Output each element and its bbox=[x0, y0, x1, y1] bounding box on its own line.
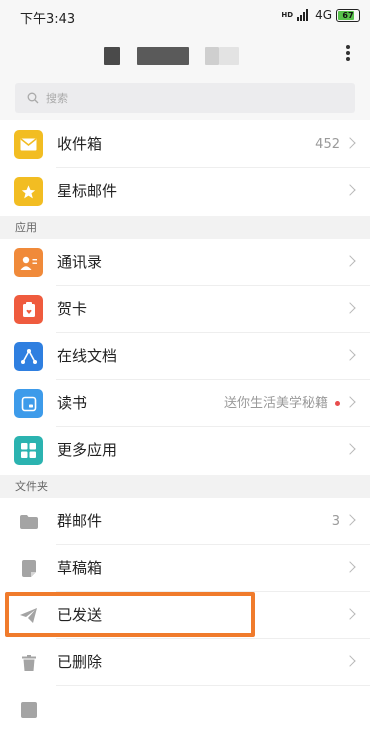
mailbox-starred[interactable]: 星标邮件 bbox=[0, 168, 370, 215]
chevron-right-icon bbox=[344, 184, 356, 196]
app-header bbox=[0, 34, 370, 78]
folder-next-partial[interactable] bbox=[0, 686, 370, 733]
chevron-right-icon bbox=[344, 255, 356, 267]
chevron-right-icon bbox=[344, 514, 356, 526]
unread-count: 452 bbox=[315, 137, 340, 152]
search-input[interactable]: 搜索 bbox=[15, 83, 355, 113]
more-options-icon[interactable] bbox=[344, 43, 352, 63]
section-title: 应用 bbox=[15, 221, 37, 234]
chevron-right-icon bbox=[344, 608, 356, 620]
battery-icon: 67 bbox=[336, 8, 360, 22]
inbox-icon bbox=[14, 130, 43, 159]
search-icon bbox=[27, 92, 39, 104]
folder-icon bbox=[14, 695, 43, 724]
folder-group-mail[interactable]: 群邮件 3 bbox=[0, 498, 370, 545]
folder-count: 3 bbox=[331, 514, 340, 529]
mailbox-inbox[interactable]: 收件箱 452 bbox=[0, 121, 370, 168]
group-mail-icon bbox=[14, 507, 43, 536]
signal-icon bbox=[297, 9, 311, 21]
more-apps-icon bbox=[14, 436, 43, 465]
account-name-redacted bbox=[104, 47, 120, 65]
item-label: 贺卡 bbox=[57, 300, 88, 318]
account-name-redacted bbox=[205, 47, 219, 65]
online-docs-icon bbox=[14, 342, 43, 371]
reading-icon bbox=[14, 389, 43, 418]
drafts-icon bbox=[14, 554, 43, 583]
chevron-right-icon bbox=[344, 561, 356, 573]
promo-text: 送你生活美学秘籍 bbox=[223, 396, 328, 411]
item-label: 更多应用 bbox=[57, 441, 118, 459]
section-header-apps: 应用 bbox=[0, 216, 370, 239]
item-label: 群邮件 bbox=[57, 512, 103, 530]
app-contacts[interactable]: 通讯录 bbox=[0, 239, 370, 286]
contacts-icon bbox=[14, 248, 43, 277]
item-label: 收件箱 bbox=[57, 135, 103, 153]
account-name-redacted bbox=[219, 47, 239, 65]
item-label: 已删除 bbox=[57, 653, 103, 671]
highlight-box bbox=[5, 592, 255, 637]
item-label: 草稿箱 bbox=[57, 559, 103, 577]
search-placeholder: 搜索 bbox=[46, 92, 68, 105]
chevron-right-icon bbox=[344, 443, 356, 455]
network-label: 4G bbox=[315, 8, 332, 22]
section-title: 文件夹 bbox=[15, 480, 48, 493]
chevron-right-icon bbox=[344, 302, 356, 314]
chevron-right-icon bbox=[344, 137, 356, 149]
chevron-right-icon bbox=[344, 349, 356, 361]
greeting-card-icon bbox=[14, 295, 43, 324]
hd-label: HD bbox=[281, 11, 294, 19]
app-online-docs[interactable]: 在线文档 bbox=[0, 333, 370, 380]
folder-trash[interactable]: 已删除 bbox=[0, 639, 370, 686]
status-time: 下午3:43 bbox=[20, 12, 76, 27]
battery-level: 67 bbox=[342, 10, 354, 20]
app-reading[interactable]: 读书 送你生活美学秘籍 bbox=[0, 380, 370, 427]
chevron-right-icon bbox=[344, 655, 356, 667]
unread-dot bbox=[335, 401, 340, 406]
item-label: 读书 bbox=[57, 394, 88, 412]
section-header-folders: 文件夹 bbox=[0, 475, 370, 498]
status-indicators: HD 4G 67 bbox=[281, 8, 360, 22]
app-more-apps[interactable]: 更多应用 bbox=[0, 427, 370, 474]
status-bar: 下午3:43 HD 4G 67 bbox=[0, 0, 370, 34]
folder-drafts[interactable]: 草稿箱 bbox=[0, 545, 370, 592]
app-greeting-card[interactable]: 贺卡 bbox=[0, 286, 370, 333]
search-bar: 搜索 bbox=[0, 78, 370, 120]
chevron-right-icon bbox=[344, 396, 356, 408]
account-name-redacted bbox=[137, 47, 189, 65]
star-icon bbox=[14, 177, 43, 206]
item-label: 星标邮件 bbox=[57, 182, 118, 200]
item-label: 在线文档 bbox=[57, 347, 118, 365]
trash-icon bbox=[14, 648, 43, 677]
item-label: 通讯录 bbox=[57, 253, 103, 271]
